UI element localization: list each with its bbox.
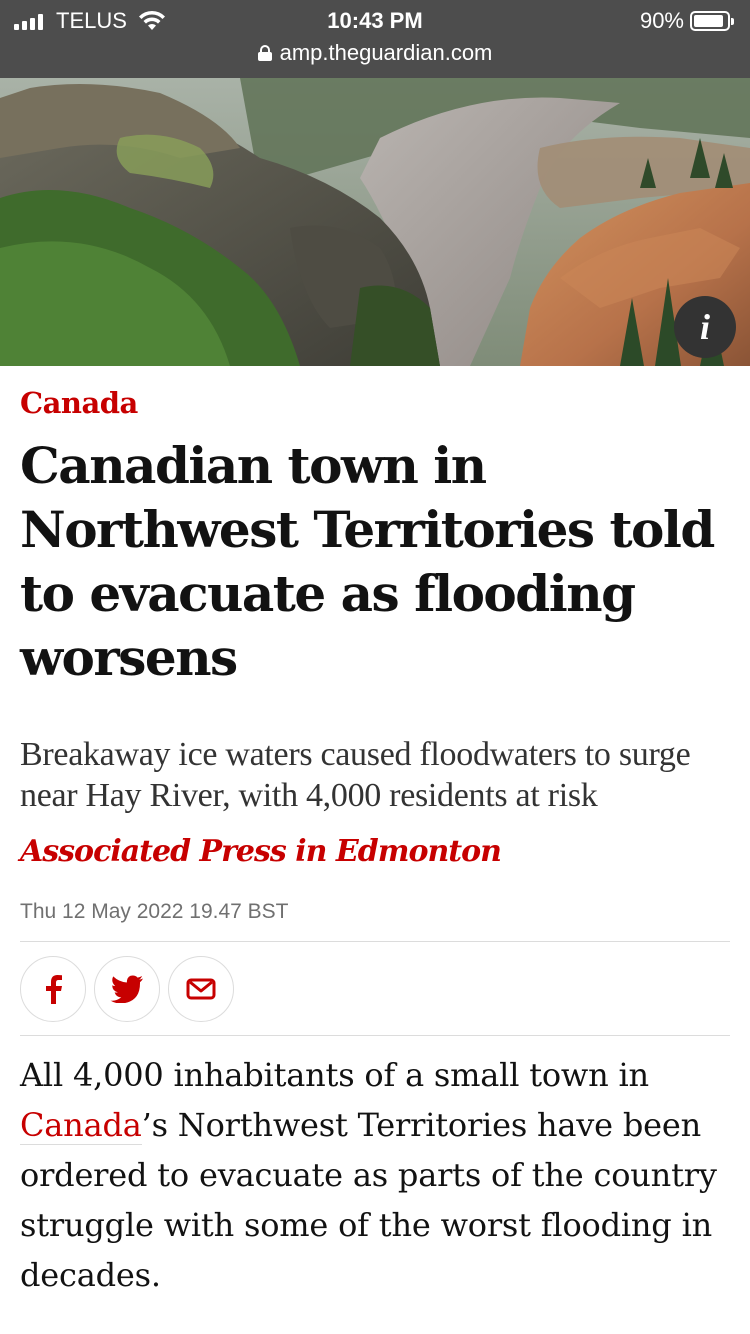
- article-standfirst: Breakaway ice waters caused floodwaters …: [20, 736, 691, 814]
- share-twitter-button[interactable]: [94, 956, 160, 1022]
- email-icon: [186, 978, 216, 1000]
- battery-percent: 90%: [639, 8, 684, 33]
- hero-image: i: [0, 78, 750, 366]
- section-label[interactable]: Canada: [20, 386, 138, 420]
- browser-status-bar: TELUS 10:43 PM 90% amp.theguardian.com: [0, 0, 750, 78]
- twitter-icon: [110, 975, 143, 1003]
- article-body-paragraph: All 4,000 inhabitants of a small town in…: [20, 1050, 735, 1300]
- divider: [20, 941, 730, 942]
- river-canyon-landscape: [0, 78, 750, 366]
- battery-icon: [690, 11, 734, 31]
- divider: [20, 1035, 730, 1036]
- article-byline[interactable]: Associated Press in Edmonton: [20, 834, 502, 869]
- image-caption-info-button[interactable]: i: [674, 296, 736, 358]
- url-text: amp.theguardian.com: [279, 40, 493, 65]
- lock-icon: [257, 45, 272, 61]
- body-text-start: All 4,000 inhabitants of a small town in: [20, 1056, 649, 1094]
- article-headline: Canadian town in Northwest Territories t…: [20, 436, 715, 687]
- share-buttons: [20, 956, 234, 1022]
- facebook-icon: [46, 975, 62, 1004]
- share-facebook-button[interactable]: [20, 956, 86, 1022]
- article-dateline: Thu 12 May 2022 19.47 BST: [20, 900, 289, 923]
- share-email-button[interactable]: [168, 956, 234, 1022]
- clock: 10:43 PM: [327, 8, 423, 33]
- canada-link[interactable]: Canada: [20, 1106, 142, 1145]
- address-bar[interactable]: amp.theguardian.com: [0, 40, 750, 66]
